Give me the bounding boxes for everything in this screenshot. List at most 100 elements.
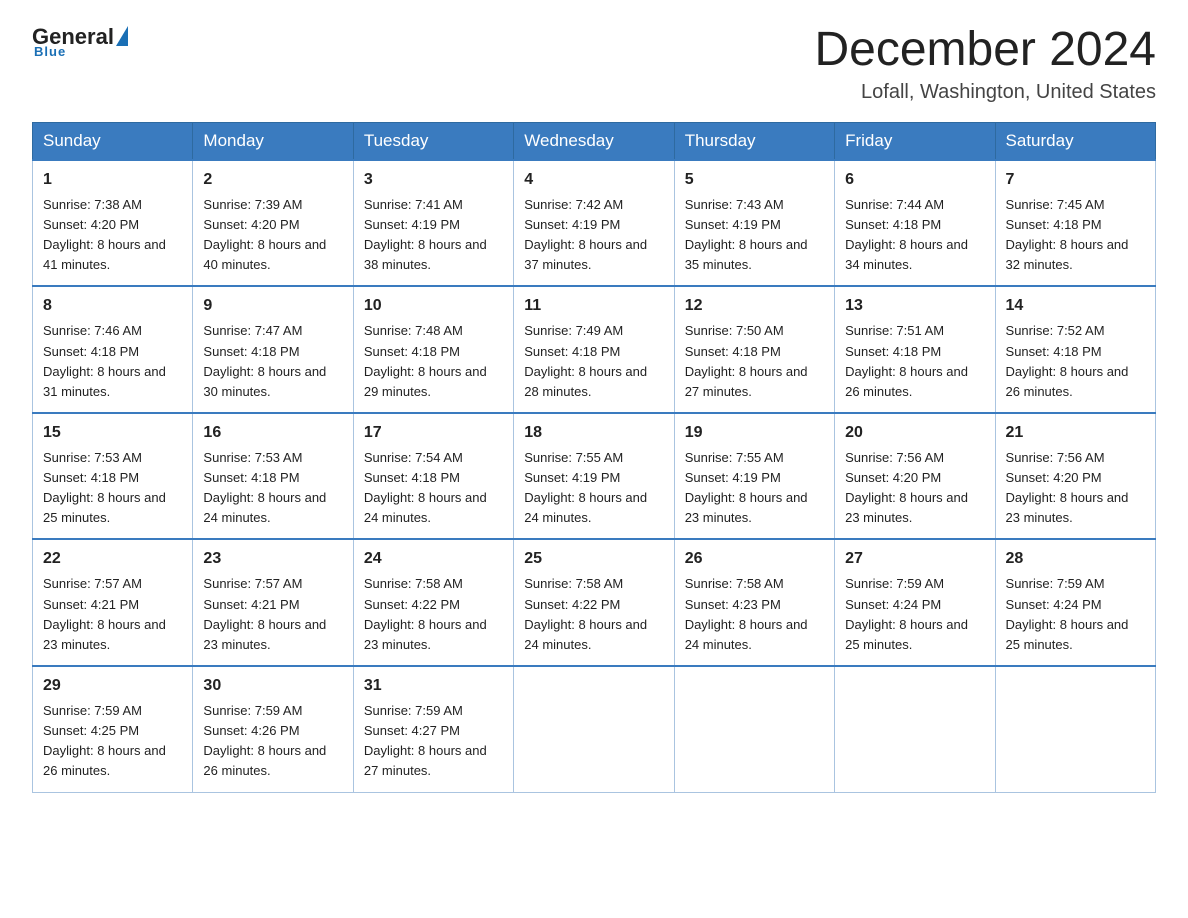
day-number: 8: [43, 294, 182, 318]
day-info: Sunrise: 7:51 AMSunset: 4:18 PMDaylight:…: [845, 323, 968, 398]
day-number: 17: [364, 421, 503, 445]
day-number: 6: [845, 168, 984, 192]
calendar-cell: 31 Sunrise: 7:59 AMSunset: 4:27 PMDayligh…: [353, 666, 513, 792]
calendar-cell: 20Sunrise: 7:56 AMSunset: 4:20 PMDayligh…: [835, 413, 995, 540]
calendar-cell: 23 Sunrise: 7:57 AMSunset: 4:21 PMDayligh…: [193, 539, 353, 666]
logo: General Blue: [32, 24, 128, 59]
day-number: 23: [203, 547, 342, 571]
day-info: Sunrise: 7:57 AMSunset: 4:21 PMDaylight:…: [43, 576, 166, 651]
day-info: Sunrise: 7:53 AMSunset: 4:18 PMDaylight:…: [43, 450, 166, 525]
calendar-cell: 27 Sunrise: 7:59 AMSunset: 4:24 PMDayligh…: [835, 539, 995, 666]
calendar-header-row: Sunday Monday Tuesday Wednesday Thursday…: [33, 122, 1156, 160]
day-info: Sunrise: 7:56 AMSunset: 4:20 PMDaylight:…: [1006, 450, 1129, 525]
day-info: Sunrise: 7:38 AMSunset: 4:20 PMDaylight:…: [43, 197, 166, 272]
week-row-1: 1 Sunrise: 7:38 AMSunset: 4:20 PMDaylight…: [33, 160, 1156, 287]
day-info: Sunrise: 7:47 AMSunset: 4:18 PMDaylight:…: [203, 323, 326, 398]
day-info: Sunrise: 7:59 AMSunset: 4:26 PMDaylight:…: [203, 703, 326, 778]
day-info: Sunrise: 7:53 AMSunset: 4:18 PMDaylight:…: [203, 450, 326, 525]
calendar-cell: 26 Sunrise: 7:58 AMSunset: 4:23 PMDayligh…: [674, 539, 834, 666]
day-info: Sunrise: 7:58 AMSunset: 4:22 PMDaylight:…: [524, 576, 647, 651]
day-number: 10: [364, 294, 503, 318]
day-info: Sunrise: 7:43 AMSunset: 4:19 PMDaylight:…: [685, 197, 808, 272]
day-info: Sunrise: 7:55 AMSunset: 4:19 PMDaylight:…: [524, 450, 647, 525]
day-number: 22: [43, 547, 182, 571]
col-tuesday: Tuesday: [353, 122, 513, 160]
col-friday: Friday: [835, 122, 995, 160]
day-number: 28: [1006, 547, 1145, 571]
calendar-cell: 6Sunrise: 7:44 AMSunset: 4:18 PMDaylight…: [835, 160, 995, 287]
col-sunday: Sunday: [33, 122, 193, 160]
day-number: 1: [43, 168, 182, 192]
day-number: 13: [845, 294, 984, 318]
calendar-cell: 1 Sunrise: 7:38 AMSunset: 4:20 PMDaylight…: [33, 160, 193, 287]
page-header: General Blue December 2024 Lofall, Washi…: [32, 24, 1156, 104]
day-number: 14: [1006, 294, 1145, 318]
title-block: December 2024 Lofall, Washington, United…: [814, 24, 1156, 104]
calendar-cell: 19 Sunrise: 7:55 AMSunset: 4:19 PMDayligh…: [674, 413, 834, 540]
day-number: 4: [524, 168, 663, 192]
calendar-cell: 11Sunrise: 7:49 AMSunset: 4:18 PMDayligh…: [514, 286, 674, 413]
calendar-cell: 30 Sunrise: 7:59 AMSunset: 4:26 PMDayligh…: [193, 666, 353, 792]
day-info: Sunrise: 7:54 AMSunset: 4:18 PMDaylight:…: [364, 450, 487, 525]
calendar-table: Sunday Monday Tuesday Wednesday Thursday…: [32, 122, 1156, 793]
calendar-cell: 16Sunrise: 7:53 AMSunset: 4:18 PMDayligh…: [193, 413, 353, 540]
day-info: Sunrise: 7:58 AMSunset: 4:23 PMDaylight:…: [685, 576, 808, 651]
calendar-cell: 25Sunrise: 7:58 AMSunset: 4:22 PMDayligh…: [514, 539, 674, 666]
day-info: Sunrise: 7:41 AMSunset: 4:19 PMDaylight:…: [364, 197, 487, 272]
col-wednesday: Wednesday: [514, 122, 674, 160]
day-info: Sunrise: 7:55 AMSunset: 4:19 PMDaylight:…: [685, 450, 808, 525]
page-title: December 2024: [814, 24, 1156, 77]
week-row-2: 8 Sunrise: 7:46 AMSunset: 4:18 PMDaylight…: [33, 286, 1156, 413]
col-thursday: Thursday: [674, 122, 834, 160]
day-info: Sunrise: 7:58 AMSunset: 4:22 PMDaylight:…: [364, 576, 487, 651]
day-number: 27: [845, 547, 984, 571]
calendar-cell: [514, 666, 674, 792]
day-number: 20: [845, 421, 984, 445]
calendar-cell: 13 Sunrise: 7:51 AMSunset: 4:18 PMDayligh…: [835, 286, 995, 413]
calendar-cell: 15 Sunrise: 7:53 AMSunset: 4:18 PMDayligh…: [33, 413, 193, 540]
day-info: Sunrise: 7:45 AMSunset: 4:18 PMDaylight:…: [1006, 197, 1129, 272]
day-info: Sunrise: 7:59 AMSunset: 4:27 PMDaylight:…: [364, 703, 487, 778]
day-info: Sunrise: 7:59 AMSunset: 4:24 PMDaylight:…: [1006, 576, 1129, 651]
day-info: Sunrise: 7:59 AMSunset: 4:24 PMDaylight:…: [845, 576, 968, 651]
calendar-cell: 3 Sunrise: 7:41 AMSunset: 4:19 PMDaylight…: [353, 160, 513, 287]
day-info: Sunrise: 7:59 AMSunset: 4:25 PMDaylight:…: [43, 703, 166, 778]
calendar-cell: 10 Sunrise: 7:48 AMSunset: 4:18 PMDayligh…: [353, 286, 513, 413]
day-info: Sunrise: 7:46 AMSunset: 4:18 PMDaylight:…: [43, 323, 166, 398]
calendar-cell: 21Sunrise: 7:56 AMSunset: 4:20 PMDayligh…: [995, 413, 1155, 540]
day-info: Sunrise: 7:50 AMSunset: 4:18 PMDaylight:…: [685, 323, 808, 398]
calendar-cell: 9 Sunrise: 7:47 AMSunset: 4:18 PMDaylight…: [193, 286, 353, 413]
day-number: 15: [43, 421, 182, 445]
day-number: 29: [43, 674, 182, 698]
calendar-cell: [995, 666, 1155, 792]
calendar-cell: 29 Sunrise: 7:59 AMSunset: 4:25 PMDayligh…: [33, 666, 193, 792]
day-number: 30: [203, 674, 342, 698]
calendar-cell: 12 Sunrise: 7:50 AMSunset: 4:18 PMDayligh…: [674, 286, 834, 413]
day-info: Sunrise: 7:48 AMSunset: 4:18 PMDaylight:…: [364, 323, 487, 398]
col-saturday: Saturday: [995, 122, 1155, 160]
calendar-cell: [674, 666, 834, 792]
day-number: 19: [685, 421, 824, 445]
day-number: 18: [524, 421, 663, 445]
week-row-5: 29 Sunrise: 7:59 AMSunset: 4:25 PMDayligh…: [33, 666, 1156, 792]
week-row-3: 15 Sunrise: 7:53 AMSunset: 4:18 PMDayligh…: [33, 413, 1156, 540]
calendar-cell: 14 Sunrise: 7:52 AMSunset: 4:18 PMDayligh…: [995, 286, 1155, 413]
week-row-4: 22 Sunrise: 7:57 AMSunset: 4:21 PMDayligh…: [33, 539, 1156, 666]
calendar-cell: 28 Sunrise: 7:59 AMSunset: 4:24 PMDayligh…: [995, 539, 1155, 666]
day-number: 26: [685, 547, 824, 571]
day-number: 9: [203, 294, 342, 318]
day-number: 5: [685, 168, 824, 192]
day-info: Sunrise: 7:57 AMSunset: 4:21 PMDaylight:…: [203, 576, 326, 651]
day-info: Sunrise: 7:52 AMSunset: 4:18 PMDaylight:…: [1006, 323, 1129, 398]
calendar-cell: 2Sunrise: 7:39 AMSunset: 4:20 PMDaylight…: [193, 160, 353, 287]
calendar-cell: 5 Sunrise: 7:43 AMSunset: 4:19 PMDaylight…: [674, 160, 834, 287]
day-info: Sunrise: 7:39 AMSunset: 4:20 PMDaylight:…: [203, 197, 326, 272]
day-number: 24: [364, 547, 503, 571]
day-number: 31: [364, 674, 503, 698]
page-subtitle: Lofall, Washington, United States: [814, 81, 1156, 104]
day-number: 12: [685, 294, 824, 318]
calendar-cell: 8 Sunrise: 7:46 AMSunset: 4:18 PMDaylight…: [33, 286, 193, 413]
day-number: 3: [364, 168, 503, 192]
col-monday: Monday: [193, 122, 353, 160]
calendar-cell: 17 Sunrise: 7:54 AMSunset: 4:18 PMDayligh…: [353, 413, 513, 540]
